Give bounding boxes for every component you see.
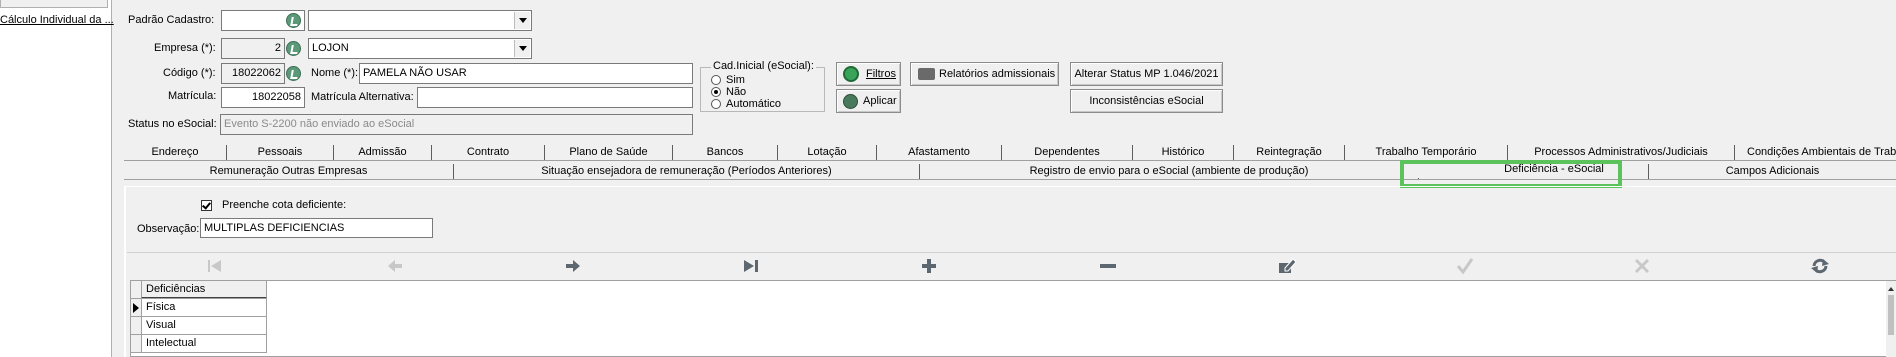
scroll-up-icon[interactable] [1888,287,1894,291]
radio-sim-label: Sim [726,74,745,86]
tab-processos[interactable]: Processos Administrativos/Judiciais [1508,144,1734,161]
scroll-thumb[interactable] [1888,295,1894,335]
radio-automatico-label: Automático [726,98,782,110]
delete-record-button[interactable] [1093,254,1123,278]
observacao-label: Observação: [137,223,200,235]
radio-nao-label: Não [726,86,747,98]
tab-dependentes[interactable]: Dependentes [1002,144,1132,161]
grid-row[interactable]: Física [141,298,267,317]
empresa-label: Empresa (*): [154,42,216,54]
current-row-icon [133,303,139,313]
calculo-individual-link[interactable]: Cálculo Individual da ... [0,14,114,26]
chevron-down-icon[interactable] [514,40,530,57]
cancel-record-button[interactable] [1627,254,1657,278]
tab-plano-de-saude[interactable]: Plano de Saúde [545,144,672,161]
post-icon [1456,258,1474,275]
status-esocial-label: Status no eSocial: [128,118,217,130]
codigo-label: Código (*): [163,67,216,79]
left-panel: Cálculo Individual da ... [0,0,114,357]
aplicar-label: Aplicar [863,95,897,107]
tab-admissao[interactable]: Admissão [334,144,431,161]
grid-vertical-scrollbar[interactable] [1886,281,1896,357]
tab-condicoes-ambientais[interactable]: Condições Ambientais de Trabalho [1735,144,1896,161]
prior-record-button[interactable] [380,254,410,278]
insert-record-button[interactable] [914,254,944,278]
next-record-button[interactable] [558,254,588,278]
padrao-lookup-icon[interactable] [286,13,301,28]
codigo-lookup-icon[interactable] [286,66,301,81]
tab-remuneracao-outras-empresas[interactable]: Remuneração Outras Empresas [124,163,453,180]
last-icon [744,260,758,272]
padrao-cadastro-label: Padrão Cadastro: [128,14,215,26]
tab-situacao-ensejadora[interactable]: Situação ensejadora de remuneração (Perí… [454,163,919,180]
matricula-alternativa-label: Matrícula Alternativa: [311,91,414,103]
check-icon [202,200,211,210]
tab-historico[interactable]: Histórico [1133,144,1233,161]
deficiencias-grid [130,280,1896,357]
tab-afastamento[interactable]: Afastamento [877,144,1001,161]
empresa-lookup-icon[interactable] [286,41,301,56]
radio-nao[interactable] [711,87,721,97]
grid-row[interactable]: Intelectual [141,334,267,353]
edit-icon [1279,258,1297,273]
matricula-input[interactable]: 18022058 [221,87,305,108]
tab-bancos[interactable]: Bancos [673,144,777,161]
tabs-row-1: Endereço Pessoais Admissão Contrato Plan… [124,144,1896,161]
observacao-input[interactable]: MULTIPLAS DEFICIENCIAS [200,218,433,238]
status-esocial-field: Evento S-2200 não enviado ao eSocial [220,114,693,135]
apply-icon [843,94,858,109]
first-record-button[interactable] [200,254,230,278]
left-panel-top-box [0,0,108,8]
tabs-row-2: Remuneração Outras Empresas Situação ens… [124,161,1896,180]
radio-automatico[interactable] [711,99,721,109]
tab-campos-adicionais[interactable]: Campos Adicionais [1649,163,1896,180]
cota-deficiente-checkbox[interactable] [201,200,212,211]
tab-lotacao[interactable]: Lotação [778,144,876,161]
empresa-code-value: 2 [274,42,281,54]
filtros-button[interactable]: Filtros [836,62,901,86]
filtros-label: Filtros [866,68,896,80]
radio-sim[interactable] [711,75,721,85]
cancel-icon [1634,258,1650,274]
tab-registro-envio-esocial[interactable]: Registro de envio para o eSocial (ambien… [920,163,1418,180]
tab-reintegracao[interactable]: Reintegração [1234,144,1344,161]
delete-icon [1100,264,1116,268]
refresh-icon [1811,258,1829,274]
inconsistencias-esocial-button[interactable]: Inconsistências eSocial [1070,89,1223,113]
grid-row[interactable]: Visual [141,316,267,335]
codigo-value: 18022062 [232,67,281,79]
empresa-select[interactable]: LOJON [308,38,532,59]
padrao-select[interactable] [308,10,532,31]
tab-contrato[interactable]: Contrato [432,144,544,161]
cota-deficiente-label: Preenche cota deficiente: [222,199,347,211]
chevron-down-icon[interactable] [514,12,530,29]
matricula-label: Matrícula: [168,90,217,102]
codigo-input[interactable]: 18022062 [221,63,285,84]
post-record-button[interactable] [1450,254,1480,278]
alterar-status-button[interactable]: Alterar Status MP 1.046/2021 [1070,62,1223,86]
grid-column-header[interactable]: Deficiências [141,280,267,299]
matricula-alternativa-input[interactable] [417,87,693,108]
relatorios-label: Relatórios admissionais [939,68,1056,80]
next-icon [566,260,580,272]
relatorios-admissionais-button[interactable]: Relatórios admissionais [910,62,1059,86]
tab-pessoais[interactable]: Pessoais [227,144,333,161]
empresa-select-value: LOJON [312,42,349,54]
cad-inicial-title: Cad.Inicial (eSocial): [711,60,816,72]
tab-trabalho-temporario[interactable]: Trabalho Temporário [1345,144,1507,161]
empresa-code-input[interactable]: 2 [221,38,285,59]
nome-input[interactable]: PAMELA NÃO USAR [359,63,693,84]
aplicar-button[interactable]: Aplicar [836,89,901,113]
last-record-button[interactable] [736,254,766,278]
edit-record-button[interactable] [1272,254,1302,278]
printer-icon [918,68,935,80]
nome-label: Nome (*): [311,67,359,79]
prior-icon [388,260,402,272]
tab-endereco[interactable]: Endereço [124,144,226,161]
first-icon [208,260,221,272]
refresh-record-button[interactable] [1805,254,1835,278]
filter-icon [843,66,859,82]
insert-icon [922,259,936,273]
active-tab-highlight [1400,160,1622,188]
